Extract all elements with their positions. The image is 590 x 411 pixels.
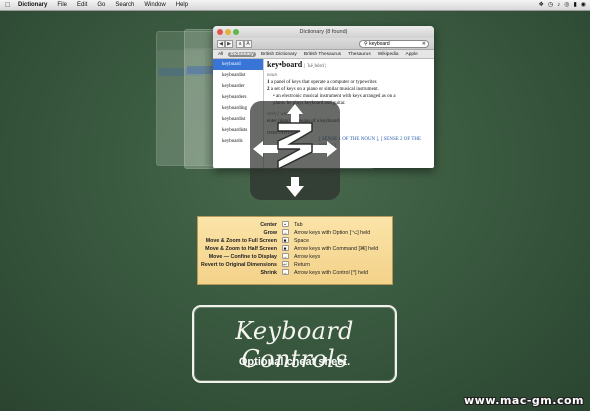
menu-search[interactable]: Search (110, 0, 139, 11)
shortcut-action: Center (260, 222, 277, 228)
tab-wikipedia[interactable]: Wikipedia (376, 52, 401, 57)
definition-2-text: a set of keys on a piano or similar musi… (270, 87, 379, 92)
clock-icon[interactable]: ◷ (548, 0, 553, 11)
half-screen-glyph: ■ (281, 245, 289, 251)
menu-bar:  Dictionary File Edit Go Search Window … (0, 0, 590, 11)
source-tabs: All Dictionary British Dictionary Britis… (213, 50, 434, 59)
grow-icon: → (280, 229, 290, 237)
menu-help[interactable]: Help (171, 0, 193, 11)
grow-glyph: → (281, 229, 289, 235)
definition-1: 1 a panel of keys that operate a compute… (267, 80, 378, 85)
window-controls (217, 29, 239, 35)
shortcut-key: Space (294, 238, 310, 244)
tab-apple[interactable]: Apple (404, 52, 420, 57)
search-icon: ⚲ (364, 41, 368, 47)
wifi-icon[interactable]: ◎ (564, 0, 569, 11)
close-icon[interactable] (217, 29, 223, 35)
back-button[interactable]: ◀ (217, 40, 225, 48)
table-row: Move & Zoom to Half Screen ■ Arrow keys … (198, 245, 392, 253)
menu-window[interactable]: Window (139, 0, 170, 11)
definition-1-text: a panel of keys that operate a computer … (270, 80, 378, 85)
list-item[interactable]: keyboardist (213, 70, 263, 81)
pronunciation: | ˈkēˌbôrd | (304, 64, 326, 69)
entry-headword: key•board | ˈkēˌbôrd | (267, 60, 431, 72)
shortcut-table: Center • Tab Grow → Arrow keys with Opti… (197, 216, 393, 285)
search-field[interactable]: ⚲ keyboard ✖ (359, 40, 429, 48)
font-larger-button[interactable]: A (244, 40, 252, 48)
back-arrow-icon: ◀ (219, 41, 223, 47)
move-resize-overlay (250, 101, 340, 200)
large-a-icon: A (246, 41, 250, 47)
shortcut-action: Shrink (260, 270, 277, 276)
bluetooth-icon[interactable]: ❖ (539, 0, 544, 11)
revert-icon: ↩ (280, 261, 290, 269)
menu-file[interactable]: File (52, 0, 72, 11)
table-row: Center • Tab (198, 221, 392, 229)
definition-2-sub-text: an electronic musical instrument with ke… (276, 94, 396, 99)
move-glyph: → (281, 253, 289, 259)
tab-all[interactable]: All (216, 52, 225, 57)
list-item[interactable]: keyboard (213, 59, 263, 70)
table-row: Grow → Arrow keys with Option [⌥] held (198, 229, 392, 237)
tab-thesaurus[interactable]: Thesaurus (346, 52, 373, 57)
shortcut-key: Return (294, 262, 310, 268)
clear-search-icon[interactable]: ✖ (422, 41, 426, 47)
shortcut-key: Arrow keys (294, 254, 321, 260)
shortcut-action: Move — Confine to Display (208, 254, 277, 260)
shortcut-action: Move & Zoom to Full Screen (205, 238, 277, 244)
move-icon: → (280, 253, 290, 261)
menu-extras: ❖ ◷ ♪ ◎ ▮ ◉ (539, 0, 586, 11)
list-item[interactable]: keyboarder (213, 81, 263, 92)
center-icon: • (280, 221, 290, 229)
headword-text: key•board (267, 60, 303, 69)
menu-edit[interactable]: Edit (72, 0, 92, 11)
shortcut-key: Arrow keys with Option [⌥] held (294, 230, 371, 236)
shortcut-key: Arrow keys with Control [^] held (294, 270, 369, 276)
shortcut-action: Revert to Original Dimensions (201, 262, 277, 268)
menu-app-name[interactable]: Dictionary (13, 0, 52, 11)
forward-button[interactable]: ▶ (225, 40, 233, 48)
battery-icon[interactable]: ▮ (573, 0, 576, 11)
menu-go[interactable]: Go (92, 0, 110, 11)
definition-2-sub: • an electronic musical instrument with … (273, 94, 396, 99)
font-smaller-button[interactable]: a (236, 40, 244, 48)
zoom-icon[interactable] (233, 29, 239, 35)
table-row: Revert to Original Dimensions ↩ Return (198, 261, 392, 269)
minimize-icon[interactable] (225, 29, 231, 35)
window-titlebar[interactable]: Dictionary (8 found) (213, 26, 434, 38)
table-row: Move & Zoom to Full Screen ■ Space (198, 237, 392, 245)
window-toolbar: ◀ ▶ a A ⚲ keyboard ✖ (213, 38, 434, 50)
table-row: Move — Confine to Display → Arrow keys (198, 253, 392, 261)
move-arrows-icon (253, 104, 337, 197)
small-a-icon: a (238, 41, 242, 47)
volume-icon[interactable]: ♪ (557, 0, 560, 11)
user-icon[interactable]: ◉ (581, 0, 586, 11)
sign-subtitle: Optional cheat sheet. (238, 356, 351, 368)
tab-british-thesaurus[interactable]: British Thesaurus (302, 52, 343, 57)
center-glyph: • (281, 221, 289, 227)
shrink-glyph: → (281, 269, 289, 275)
shrink-icon: → (280, 269, 290, 277)
table-row: Shrink → Arrow keys with Control [^] hel… (198, 269, 392, 277)
keyboard-controls-sign: Keyboard Controls Optional cheat sheet. (192, 305, 397, 383)
shortcut-action: Move & Zoom to Half Screen (205, 246, 277, 252)
forward-arrow-icon: ▶ (227, 41, 231, 47)
tab-british-dictionary[interactable]: British Dictionary (259, 52, 299, 57)
part-of-speech-noun: noun (267, 73, 277, 78)
half-screen-icon: ■ (280, 245, 290, 253)
apple-menu-icon[interactable]:  (5, 0, 13, 11)
definition-2: 2 a set of keys on a piano or similar mu… (267, 87, 379, 92)
watermark: www.mac-gm.com (464, 394, 584, 407)
revert-glyph: ↩ (281, 261, 289, 267)
full-screen-icon: ■ (280, 237, 290, 245)
shortcut-key: Tab (294, 222, 303, 228)
search-input[interactable]: keyboard (369, 41, 390, 47)
full-screen-glyph: ■ (281, 237, 289, 243)
window-title: Dictionary (8 found) (299, 29, 348, 35)
shortcut-key: Arrow keys with Command [⌘] held (294, 246, 379, 252)
tab-dictionary[interactable]: Dictionary (228, 51, 256, 57)
shortcut-action: Grow (263, 230, 277, 236)
